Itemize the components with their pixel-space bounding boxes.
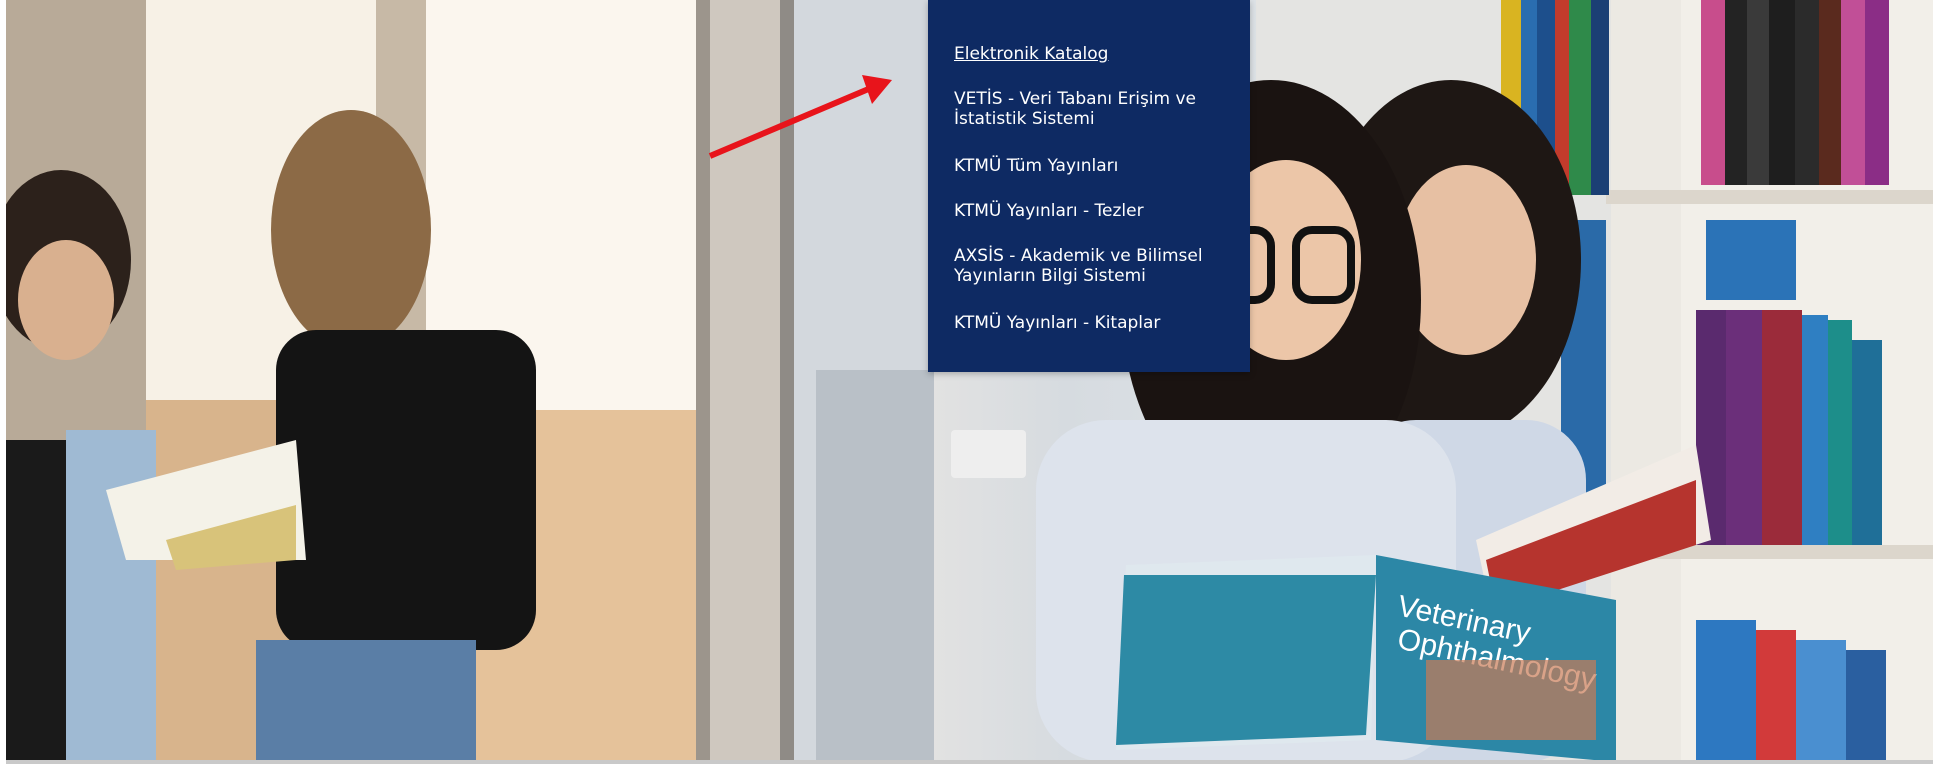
menu-item-ktmu-tum-yayinlari[interactable]: KTMÜ Tüm Yayınları bbox=[954, 156, 1244, 176]
menu-item-vetis[interactable]: VETİS - Veri Tabanı Erişim ve İstatistik… bbox=[954, 89, 1244, 129]
menu-item-ktmu-tezler[interactable]: KTMÜ Yayınları - Tezler bbox=[954, 201, 1244, 221]
hero-bottom-border bbox=[6, 760, 1933, 764]
menu-item-axsis[interactable]: AXSİS - Akademik ve Bilimsel Yayınların … bbox=[954, 246, 1244, 286]
menu-item-ktmu-kitaplar[interactable]: KTMÜ Yayınları - Kitaplar bbox=[954, 313, 1244, 333]
menu-item-elektronik-katalog[interactable]: Elektronik Katalog bbox=[954, 44, 1244, 64]
library-links-menu: Elektronik Katalog VETİS - Veri Tabanı E… bbox=[928, 0, 1250, 372]
